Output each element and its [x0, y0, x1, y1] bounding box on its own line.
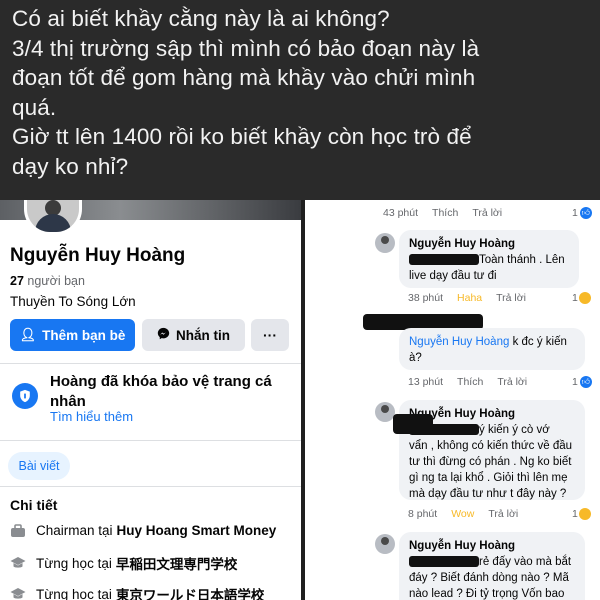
friends-number: 27 — [10, 274, 24, 288]
reply-link[interactable]: Trả lời — [497, 376, 527, 388]
avatar[interactable] — [24, 200, 82, 235]
comment-text: Nguyễn Huy Hoàng k đc ý kiến — [409, 334, 575, 350]
divider — [0, 363, 301, 364]
profile-panel: Nguyễn Huy Hoàng 27 người bạn Thuyền To … — [0, 200, 301, 600]
reaction-count[interactable]: 1 👍︎ — [572, 207, 592, 219]
caption-line: Có ai biết khầy cằng này là ai không? — [12, 6, 390, 31]
avatar[interactable] — [375, 534, 395, 554]
comment-line: gì ng ta lại khổ . Giỏi thì lên mẹ — [409, 472, 568, 484]
friends-label: người bạn — [27, 274, 85, 288]
comment-meta: 13 phút Thích Trả lời — [408, 376, 541, 388]
comment-meta: 38 phút Haha Trả lời — [408, 292, 540, 304]
comment-meta: 8 phút Wow Trả lời — [408, 508, 532, 520]
comment-author[interactable]: Nguyễn Huy Hoàng — [409, 538, 575, 554]
add-friend-icon: 👤︎ — [19, 327, 37, 342]
comment-time: 13 phút — [408, 376, 444, 388]
redaction — [409, 254, 479, 266]
comment-text: ý kiến ý cò vớ — [409, 422, 575, 438]
graduation-cap-icon — [10, 587, 26, 600]
divider — [0, 440, 301, 441]
reaction-number: 1 — [572, 508, 578, 520]
like-link[interactable]: Thích — [432, 207, 458, 219]
comment-bubble: Nguyễn Huy Hoàng k đc ý kiến à? — [399, 328, 585, 370]
reply-link[interactable]: Trả lời — [472, 207, 502, 219]
learn-more-link[interactable]: Tìm hiểu thêm — [50, 409, 133, 424]
caption-line: dạy ko nhỉ? — [12, 153, 129, 179]
reply-link[interactable]: Trả lời — [488, 508, 518, 520]
comment-text: rẻ đấy vào mà bắt — [409, 554, 575, 570]
detail-prefix: Từng học tại — [36, 586, 112, 600]
detail-prefix: Từng học tại — [36, 555, 112, 571]
detail-value[interactable]: Huy Hoang Smart Money — [117, 523, 277, 538]
comment-line: k đc ý kiến — [512, 336, 567, 348]
more-options-button[interactable]: ··· — [251, 319, 289, 351]
comment-line: tư thì đừng có phán . Ng ko biết — [409, 456, 572, 468]
comment-line: rẻ đấy vào mà bắt — [479, 556, 572, 568]
comment-line: ý kiến ý cò vớ — [479, 424, 550, 436]
add-friend-label: Thêm bạn bè — [42, 327, 126, 343]
caption-line: quá. — [12, 94, 57, 120]
caption-line: 3/4 thị trường sập thì mình có bảo đoạn … — [12, 35, 480, 61]
comment-line: vẩn , không có kiến thức về đầu — [409, 440, 573, 452]
reaction-number: 1 — [572, 292, 578, 304]
reply-link[interactable]: Trả lời — [496, 292, 526, 304]
comment-line: mà dạy đầu tư như t đây này ? — [409, 488, 567, 500]
reaction-number: 1 — [572, 376, 578, 388]
reaction-count[interactable]: 1 — [572, 508, 591, 520]
like-icon: 👍︎ — [579, 376, 592, 388]
add-friend-button[interactable]: 👤︎ Thêm bạn bè — [10, 319, 135, 351]
profile-name: Nguyễn Huy Hoàng — [10, 245, 186, 266]
comment-time: 43 phút — [383, 207, 419, 219]
redaction — [409, 556, 479, 568]
graduation-cap-icon — [10, 556, 26, 570]
detail-value[interactable]: 早稲田文理専門学校 — [116, 553, 238, 573]
comment-bubble: Nguyễn Huy Hoàng rẻ đấy vào mà bắt đáy ?… — [399, 532, 585, 600]
reaction-number: 1 — [572, 207, 578, 219]
redaction — [393, 414, 433, 434]
profile-lock-title: Hoàng đã khóa bảo vệ trang cá nhân — [50, 373, 272, 410]
haha-icon — [578, 292, 591, 304]
tab-posts[interactable]: Bài viết — [8, 452, 70, 480]
wow-icon — [578, 508, 591, 520]
comments-panel: 43 phút Thích Trả lời 1 👍︎ Nguyễn Huy Hoà… — [305, 200, 600, 600]
caption-line: đoạn tốt để gom hàng mà khầy vào chửi mì… — [12, 65, 476, 90]
caption-text: Có ai biết khầy cằng này là ai không? 3/… — [0, 0, 600, 200]
comment-meta: 43 phút Thích Trả lời — [383, 207, 593, 219]
haha-reaction[interactable]: Haha — [457, 292, 482, 304]
message-label: Nhắn tin — [176, 327, 230, 343]
comment-text: Toàn thánh . Lên — [409, 252, 569, 268]
comment-author[interactable]: Nguyễn Huy Hoàng — [409, 406, 575, 422]
briefcase-icon — [10, 523, 26, 538]
detail-education: Từng học tại 東京ワールド日本語学校 — [10, 584, 264, 600]
caption-line: Giờ tt lên 1400 rồi ko biết khầy còn học… — [12, 124, 472, 149]
avatar[interactable] — [375, 402, 395, 422]
details-heading: Chi tiết — [10, 497, 58, 513]
messenger-icon — [157, 327, 170, 343]
comment-time: 8 phút — [408, 508, 438, 520]
comment-author[interactable]: Nguyễn Huy Hoàng — [409, 236, 569, 252]
wow-reaction[interactable]: Wow — [451, 508, 474, 520]
shield-icon — [12, 383, 38, 409]
like-icon: 👍︎ — [579, 207, 592, 219]
detail-value[interactable]: 東京ワールド日本語学校 — [116, 584, 265, 600]
comment-line: đáy ? Biết đánh dòng nào ? Mã — [409, 572, 569, 584]
comment-line: à? — [409, 352, 422, 364]
profile-bio: Thuyền To Sóng Lớn — [10, 294, 136, 309]
friends-count[interactable]: 27 người bạn — [10, 274, 85, 288]
reaction-count[interactable]: 1 👍︎ — [572, 376, 592, 388]
detail-education: Từng học tại 早稲田文理専門学校 — [10, 553, 237, 573]
avatar[interactable] — [375, 233, 395, 253]
comment-line: live dạy đầu tư đi — [409, 270, 497, 282]
divider — [0, 486, 301, 487]
comment-bubble: Nguyễn Huy Hoàng Toàn thánh . Lên live d… — [399, 230, 579, 288]
comment-line: nào lead ? Đi tỷ trọng Vốn bao — [409, 588, 565, 600]
detail-prefix: Chairman tại — [36, 523, 113, 538]
comment-time: 38 phút — [408, 292, 444, 304]
message-button[interactable]: Nhắn tin — [142, 319, 245, 351]
detail-work: Chairman tại Huy Hoang Smart Money — [10, 523, 276, 538]
like-link[interactable]: Thích — [457, 376, 483, 388]
comment-line: Toàn thánh . Lên — [479, 254, 565, 266]
mention-link[interactable]: Nguyễn Huy Hoàng — [409, 336, 509, 348]
reaction-count[interactable]: 1 — [572, 292, 591, 304]
